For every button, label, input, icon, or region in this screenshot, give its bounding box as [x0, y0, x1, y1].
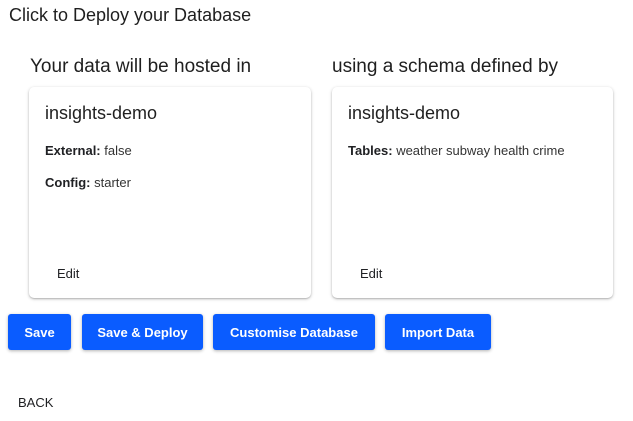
hosting-card-title: insights-demo	[45, 103, 158, 123]
save-deploy-button[interactable]: Save & Deploy	[82, 314, 203, 350]
hosting-card: insights-demo External: false Config: st…	[29, 87, 311, 298]
hosting-edit-button[interactable]: Edit	[45, 260, 91, 288]
external-value: false	[104, 143, 132, 158]
import-data-button[interactable]: Import Data	[385, 314, 491, 350]
schema-card: insights-demo Tables: weather subway hea…	[332, 87, 613, 298]
config-value: starter	[94, 175, 131, 190]
schema-edit-button[interactable]: Edit	[348, 260, 394, 288]
back-button[interactable]: BACK	[18, 395, 53, 411]
external-row: External: false	[45, 143, 132, 159]
customise-database-button[interactable]: Customise Database	[213, 314, 375, 350]
hosting-heading: Your data will be hosted in	[30, 56, 252, 77]
tables-key: Tables:	[348, 143, 393, 158]
config-row: Config: starter	[45, 175, 131, 191]
tables-value: weather subway health crime	[396, 143, 565, 158]
tables-row: Tables: weather subway health crime	[348, 143, 565, 159]
config-key: Config:	[45, 175, 91, 190]
schema-heading: using a schema defined by	[332, 56, 559, 77]
schema-card-title: insights-demo	[348, 103, 461, 123]
page-title: Click to Deploy your Database	[9, 5, 252, 25]
save-button[interactable]: Save	[8, 314, 71, 350]
external-key: External:	[45, 143, 101, 158]
